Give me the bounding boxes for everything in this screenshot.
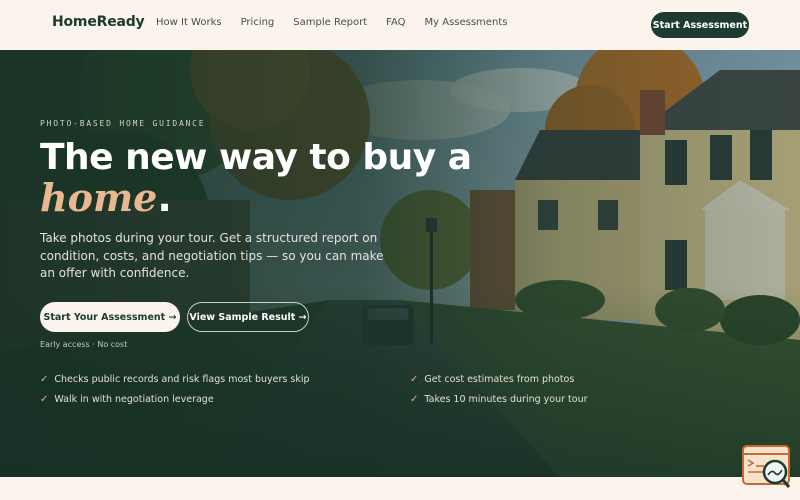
- nav-pricing[interactable]: Pricing: [241, 17, 275, 28]
- start-assessment-button[interactable]: Start Assessment: [651, 12, 749, 38]
- site-header: HomeReady How It Works Pricing Sample Re…: [0, 0, 800, 50]
- check-icon: ✓: [40, 394, 49, 405]
- check-icon: ✓: [410, 374, 419, 385]
- hero-title-emphasis: home: [40, 175, 158, 220]
- feature-text: Takes 10 minutes during your tour: [424, 394, 588, 405]
- feature-text: Get cost estimates from photos: [424, 374, 575, 385]
- check-icon: ✓: [40, 374, 49, 385]
- nav-sample-report[interactable]: Sample Report: [293, 17, 367, 28]
- nav-faq[interactable]: FAQ: [386, 17, 405, 28]
- help-widget-icon[interactable]: [742, 445, 790, 489]
- view-sample-result-button[interactable]: View Sample Result →: [187, 302, 309, 332]
- hero-description: Take photos during your tour. Get a stru…: [40, 231, 384, 280]
- hero-title-line2: home.: [40, 175, 172, 220]
- logo[interactable]: HomeReady: [52, 14, 145, 30]
- hero-eyebrow: PHOTO-BASED HOME GUIDANCE: [40, 119, 206, 128]
- feature-item: ✓ Get cost estimates from photos: [410, 374, 574, 385]
- hero-title-period: .: [157, 176, 172, 220]
- hero-title-line1: The new way to buy a: [40, 137, 472, 178]
- check-icon: ✓: [410, 394, 419, 405]
- feature-item: ✓ Walk in with negotiation leverage: [40, 394, 214, 405]
- feature-item: ✓ Checks public records and risk flags m…: [40, 374, 310, 385]
- feature-item: ✓ Takes 10 minutes during your tour: [410, 394, 588, 405]
- nav-my-assessments[interactable]: My Assessments: [425, 17, 508, 28]
- start-your-assessment-button[interactable]: Start Your Assessment →: [40, 302, 180, 332]
- main-nav: How It Works Pricing Sample Report FAQ M…: [156, 17, 507, 28]
- feature-text: Checks public records and risk flags mos…: [54, 374, 310, 385]
- hero-section: PHOTO-BASED HOME GUIDANCE The new way to…: [0, 50, 800, 477]
- hero-fine-print: Early access · No cost: [40, 340, 128, 349]
- nav-how-it-works[interactable]: How It Works: [156, 17, 222, 28]
- feature-text: Walk in with negotiation leverage: [54, 394, 214, 405]
